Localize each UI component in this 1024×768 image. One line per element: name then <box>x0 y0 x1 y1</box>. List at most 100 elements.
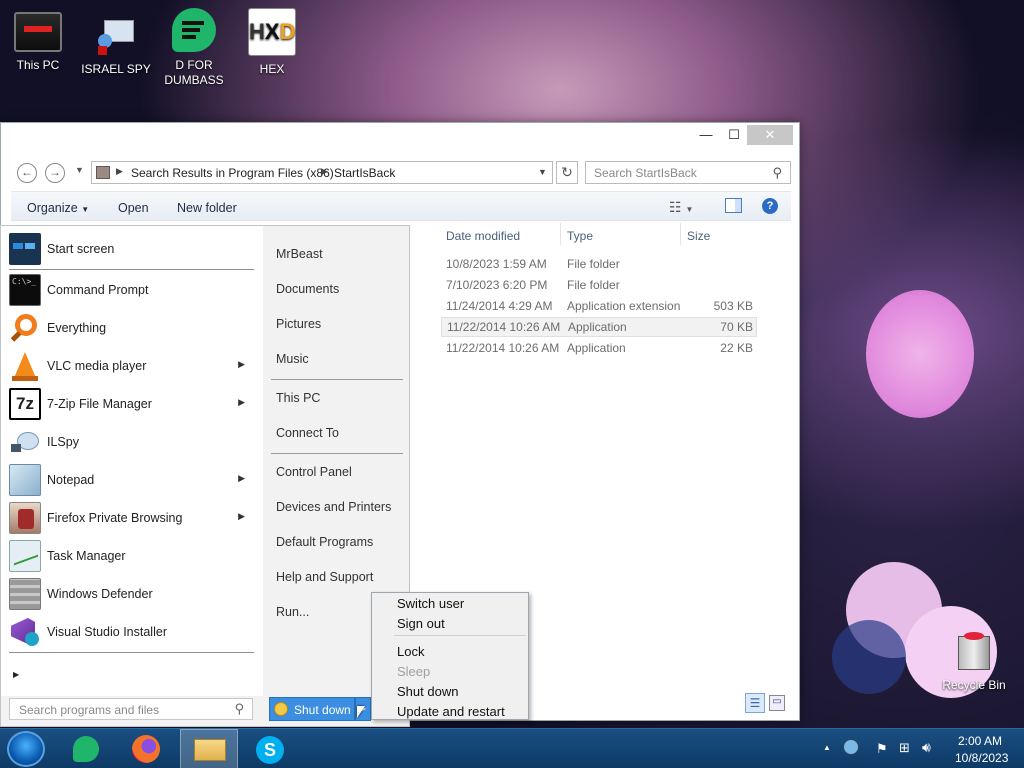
start-right-help-support[interactable]: Help and Support <box>276 570 373 584</box>
shutdown-button[interactable]: Shut down <box>269 697 355 721</box>
taskbar-app-skype[interactable]: S <box>242 729 300 768</box>
file-explorer-icon <box>194 739 226 761</box>
start-right-pictures[interactable]: Pictures <box>276 317 321 331</box>
start-right-music[interactable]: Music <box>276 352 309 366</box>
forward-button[interactable]: → <box>45 163 65 183</box>
action-center-flag-icon[interactable]: ⚑ <box>876 741 888 757</box>
network-status-icon[interactable]: ⊞ <box>899 740 910 756</box>
taskbar-app-file-explorer[interactable] <box>180 729 238 768</box>
submenu-arrow-icon[interactable]: ▶ <box>238 359 245 370</box>
start-item-everything[interactable]: Everything <box>7 310 255 346</box>
file-row[interactable]: 10/8/2023 1:59 AM File folder <box>441 254 757 274</box>
cmd-icon: C:\>_ <box>9 274 41 306</box>
sign-out-item[interactable]: Sign out <box>397 616 445 631</box>
chevron-down-icon: ▼ <box>81 205 90 214</box>
new-folder-button[interactable]: New folder <box>177 201 237 215</box>
bokeh-light <box>832 620 906 694</box>
address-bar[interactable]: ▶ Search Results in Program Files (x86) … <box>91 161 553 184</box>
start-item-windows-defender[interactable]: Windows Defender <box>7 576 255 612</box>
start-button[interactable] <box>7 731 45 767</box>
all-programs-label: All Programs <box>39 667 108 681</box>
start-item-ilspy[interactable]: ILSpy <box>7 424 255 460</box>
organize-button[interactable]: Organize ▼ <box>27 201 89 215</box>
clock-date[interactable]: 10/8/2023 <box>955 751 1008 765</box>
file-row[interactable]: 11/22/2014 10:26 AM Application 22 KB <box>441 338 757 358</box>
view-options-icon[interactable]: ☷ ▼ <box>669 199 693 216</box>
details-view-button[interactable]: ☰ <box>745 693 765 713</box>
start-item-vlc[interactable]: VLC media player ▶ <box>7 348 255 384</box>
start-item-start-screen[interactable]: Start screen <box>7 231 255 267</box>
desktop-icon-recycle-bin[interactable]: Recycle Bin <box>938 632 1010 693</box>
submenu-arrow-icon[interactable]: ▶ <box>238 397 245 408</box>
start-right-mrbeast[interactable]: MrBeast <box>276 247 323 261</box>
start-item-command-prompt[interactable]: C:\>_ Command Prompt <box>7 272 255 308</box>
start-right-documents[interactable]: Documents <box>276 282 339 296</box>
search-input[interactable]: Search StartIsBack ⚲ <box>585 161 791 184</box>
submenu-arrow-icon[interactable]: ▶ <box>238 473 245 484</box>
column-divider <box>560 223 561 245</box>
hex-editor-icon: HXD <box>248 8 296 56</box>
start-menu-divider <box>9 652 254 653</box>
taskbar-app-green[interactable] <box>58 729 116 768</box>
refresh-button[interactable]: ↻ <box>556 161 578 184</box>
breadcrumb-separator-icon: ▶ <box>116 166 123 176</box>
submenu-arrow-icon[interactable]: ▶ <box>238 511 245 522</box>
start-item-vs-installer[interactable]: Visual Studio Installer <box>7 614 255 650</box>
start-item-firefox-private[interactable]: Firefox Private Browsing ▶ <box>7 500 255 536</box>
start-right-default-programs[interactable]: Default Programs <box>276 535 373 549</box>
start-screen-icon <box>9 233 41 265</box>
preview-pane-icon[interactable] <box>725 198 742 213</box>
start-right-control-panel[interactable]: Control Panel <box>276 465 352 479</box>
column-header-date[interactable]: Date modified <box>446 229 520 243</box>
back-button[interactable]: ← <box>17 163 37 183</box>
clock-time[interactable]: 2:00 AM <box>958 734 1002 748</box>
start-right-this-pc[interactable]: This PC <box>276 391 320 405</box>
large-icons-view-button[interactable]: ▭ <box>769 695 785 711</box>
column-header-type[interactable]: Type <box>567 229 593 243</box>
start-menu-programs-pane: Start screen C:\>_ Command Prompt Everyt… <box>1 226 263 696</box>
breadcrumb-item[interactable]: Search Results in Program Files (x86) <box>131 166 334 180</box>
search-results-icon <box>96 166 110 179</box>
column-divider <box>680 223 681 245</box>
desktop-icon-label: ISRAEL SPY <box>81 62 151 76</box>
lock-item[interactable]: Lock <box>397 644 424 659</box>
desktop-icon-this-pc[interactable]: This PC <box>2 8 74 73</box>
start-right-devices-printers[interactable]: Devices and Printers <box>276 500 391 514</box>
close-button[interactable]: ✕ <box>747 125 793 145</box>
update-restart-item[interactable]: Update and restart <box>397 704 505 719</box>
all-programs-button[interactable]: ▶ All Programs <box>13 666 253 684</box>
recent-locations-dropdown[interactable]: ▼ <box>75 165 84 175</box>
address-dropdown-icon[interactable]: ▼ <box>538 167 547 177</box>
show-hidden-icons-icon[interactable]: ▲ <box>823 743 831 752</box>
start-search-input[interactable]: Search programs and files ⚲ <box>9 698 253 720</box>
start-item-7zip[interactable]: 7z 7-Zip File Manager ▶ <box>7 386 255 422</box>
breadcrumb-item[interactable]: StartIsBack <box>334 166 395 180</box>
taskbar-app-firefox[interactable] <box>118 729 176 768</box>
recycle-bin-icon <box>958 632 990 672</box>
network-tray-icon[interactable] <box>843 739 859 755</box>
file-row[interactable]: 11/24/2014 4:29 AM Application extension 5… <box>441 296 757 316</box>
column-header-size[interactable]: Size <box>687 229 710 243</box>
start-right-run[interactable]: Run... <box>276 605 309 619</box>
desktop-icon-label: HEX <box>259 62 285 76</box>
volume-icon[interactable]: 🔊︎ <box>922 739 931 756</box>
start-right-connect-to[interactable]: Connect To <box>276 426 339 440</box>
help-icon[interactable]: ? <box>762 198 778 214</box>
open-button[interactable]: Open <box>118 201 149 215</box>
file-row[interactable]: 7/10/2023 6:20 PM File folder <box>441 275 757 295</box>
minimize-button[interactable]: — <box>695 125 717 145</box>
maximize-button[interactable]: ☐ <box>723 125 745 145</box>
switch-user-item[interactable]: Switch user <box>397 596 464 611</box>
desktop-icon-label: D FOR DUMBASS <box>164 58 224 87</box>
start-item-notepad[interactable]: Notepad ▶ <box>7 462 255 498</box>
desktop-icon-hex[interactable]: HXD HEX <box>236 8 308 77</box>
command-bar: Organize ▼ Open New folder ☷ ▼ ? <box>11 191 791 221</box>
notepad-icon <box>9 464 41 496</box>
desktop-icon-israel-spy[interactable]: ISRAEL SPY <box>80 8 152 77</box>
mouse-cursor-icon <box>357 706 365 718</box>
start-menu-divider <box>9 269 254 270</box>
shut-down-item[interactable]: Shut down <box>397 684 458 699</box>
file-row-selected[interactable]: 11/22/2014 10:26 AM Application 70 KB <box>441 317 757 337</box>
desktop-icon-d-for-dumbass[interactable]: D FOR DUMBASS <box>158 8 230 88</box>
start-item-task-manager[interactable]: Task Manager <box>7 538 255 574</box>
